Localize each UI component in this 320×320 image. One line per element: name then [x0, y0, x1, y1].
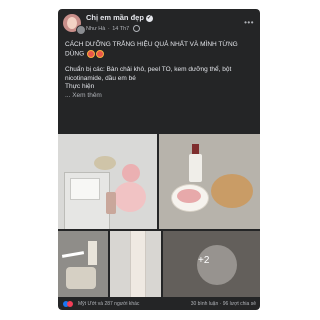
shares-count[interactable]: 96 lượt chia sẻ — [223, 301, 256, 307]
facebook-post-card: Chị em mần đẹp ✓ Như Hà · 14 Th7 ••• CÁCH… — [58, 9, 260, 310]
author-line: Như Hà · 14 Th7 — [86, 25, 140, 32]
more-photos-overlay — [163, 231, 260, 297]
group-name-text[interactable]: Chị em mần đẹp — [86, 13, 144, 22]
globe-icon — [132, 25, 140, 32]
spoon — [61, 251, 85, 258]
arm-brushing — [130, 231, 146, 297]
pink-mixture — [177, 189, 201, 203]
peel-jar — [94, 156, 116, 170]
small-bottle — [88, 241, 97, 265]
photo-mixing[interactable] — [58, 231, 108, 297]
love-reaction-icon — [67, 301, 73, 307]
dropper-bottle — [106, 192, 116, 214]
author-avatar[interactable] — [76, 25, 86, 35]
post-time[interactable]: 14 Th7 — [112, 26, 129, 32]
photo-brush-bowl[interactable] — [159, 134, 260, 229]
see-more-link[interactable]: ... Xem thêm — [65, 92, 255, 101]
serum-bottle — [189, 154, 202, 182]
photo-grid: +2 — [58, 134, 260, 297]
post-body: CÁCH DƯỠNG TRẮNG HIỆU QUẢ NHẤT VÀ MÌNH T… — [65, 41, 255, 100]
verified-icon: ✓ — [145, 14, 153, 22]
more-photos-count[interactable]: +2 — [198, 255, 209, 266]
author-name[interactable]: Như Hà — [86, 26, 105, 32]
post-footer: Mỹt Ướt và 287 người khác 30 bình luận ·… — [58, 299, 260, 310]
heart-eyes-emoji-icon — [86, 49, 95, 58]
post-steps: Thực hiện — [65, 83, 95, 91]
dry-brush — [211, 174, 253, 208]
reactions-count[interactable]: Mỹt Ướt và 287 người khác — [78, 301, 139, 307]
reaction-icons[interactable] — [63, 301, 73, 307]
cream-jar — [66, 267, 96, 289]
photo-arm[interactable] — [110, 231, 161, 297]
post-ingredients: Chuẩn bị các: Bàn chải khô, peel TO, kem… — [65, 65, 232, 82]
group-name[interactable]: Chị em mần đẹp ✓ — [86, 13, 153, 22]
pink-jar-cap — [122, 164, 140, 182]
post-header: Chị em mần đẹp ✓ Như Hà · 14 Th7 ••• — [58, 9, 260, 39]
post-title-line: CÁCH DƯỠNG TRẮNG HIỆU QUẢ NHẤT VÀ MÌNH T… — [65, 41, 255, 59]
photo-products[interactable] — [58, 134, 157, 229]
bag-label — [70, 178, 100, 200]
separator-dot: · — [107, 25, 110, 32]
comments-count[interactable]: 30 bình luận — [191, 301, 219, 307]
photo-more[interactable]: +2 — [163, 231, 260, 297]
pink-jar — [114, 182, 146, 212]
bottle-cap — [192, 144, 199, 154]
more-options-icon[interactable]: ••• — [244, 18, 254, 27]
heart-eyes-emoji-icon — [95, 49, 104, 58]
post-stats: 30 bình luận · 96 lượt chia sẻ — [190, 301, 256, 307]
